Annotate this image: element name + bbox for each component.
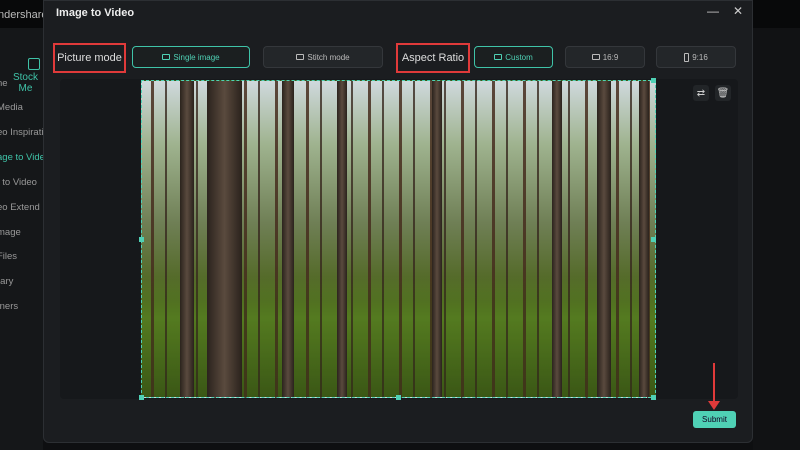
tree-trunk [207, 81, 242, 397]
image-icon [162, 54, 171, 60]
sidebar-item[interactable]: Media [0, 102, 23, 113]
tree-trunk [282, 81, 294, 397]
tree-trunk [432, 81, 442, 397]
close-button[interactable]: ✕ [733, 4, 743, 18]
replace-image-icon[interactable]: ⇄ [693, 85, 709, 101]
stock-media-tab[interactable]: Stock Me [8, 58, 43, 94]
tree-trunk [337, 81, 347, 397]
sidebar-item[interactable]: t to Video [0, 177, 37, 188]
portrait-icon [684, 52, 690, 62]
aspect-9-16-option[interactable]: 9:16 [656, 46, 736, 68]
submit-button[interactable]: Submit [693, 411, 736, 428]
sidebar-item[interactable]: Files [0, 251, 17, 262]
aspect-ratio-label: Aspect Ratio [396, 43, 470, 73]
app-right-area [753, 28, 800, 450]
ratio-icon [494, 54, 503, 60]
annotation-arrowhead [708, 401, 720, 410]
tree-trunk [639, 81, 649, 397]
dialog-title: Image to Video [56, 7, 135, 19]
sidebar-item[interactable]: eo Extend [0, 202, 40, 213]
aspect-custom-option[interactable]: Custom [474, 46, 553, 68]
app-sidebar: Stock Me ne Media eo Inspirati age to Vi… [0, 28, 50, 450]
crop-handle[interactable] [651, 395, 656, 400]
tree-trunk [552, 81, 562, 397]
sidebar-item[interactable]: tners [0, 301, 18, 312]
sidebar-item[interactable]: ne [0, 78, 8, 89]
crop-handle[interactable] [651, 78, 656, 83]
landscape-icon [591, 54, 600, 60]
image-icon [296, 54, 305, 60]
tree-trunk [180, 81, 194, 397]
crop-handle[interactable] [139, 395, 144, 400]
aspect-16-9-option[interactable]: 16:9 [565, 46, 645, 68]
crop-handle[interactable] [139, 237, 144, 242]
picture-mode-label: Picture mode [53, 43, 126, 73]
crop-handle[interactable] [396, 395, 401, 400]
single-image-option[interactable]: Single image [132, 46, 250, 68]
uploaded-forest-image[interactable] [141, 80, 656, 398]
store-icon [28, 58, 40, 70]
minimize-button[interactable]: — [707, 4, 719, 18]
crop-handle[interactable] [651, 237, 656, 242]
sidebar-item[interactable]: rary [0, 276, 13, 287]
sidebar-item[interactable]: eo Inspirati [0, 127, 43, 138]
tree-trunk [597, 81, 611, 397]
trash-icon[interactable]: 🗑 [715, 85, 731, 101]
sidebar-item[interactable]: mage [0, 227, 21, 238]
annotation-arrow [713, 363, 715, 403]
image-to-video-dialog: Image to Video — ✕ Picture mode Single i… [43, 0, 753, 443]
stitch-mode-option[interactable]: Stitch mode [263, 46, 383, 68]
